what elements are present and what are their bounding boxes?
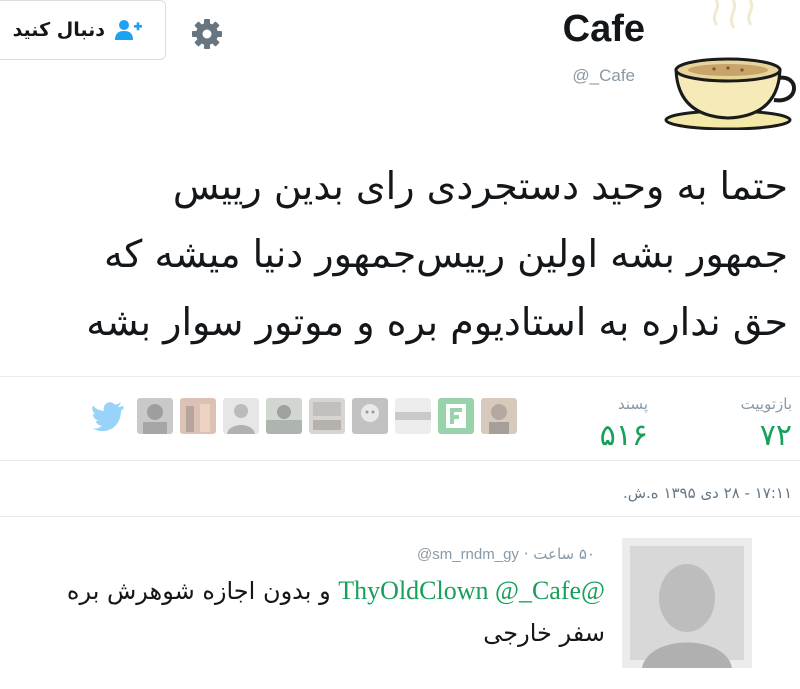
twitter-bird-icon: [92, 402, 124, 431]
display-name[interactable]: Cafe: [563, 8, 645, 51]
liker-avatar[interactable]: [352, 398, 388, 434]
tweet-timestamp[interactable]: ۱۷:۱۱ - ۲۸ دی ۱۳۹۵ ه.ش.: [623, 484, 792, 502]
follow-button[interactable]: دنبال کنید: [0, 0, 166, 60]
liker-avatar[interactable]: [223, 398, 259, 434]
tweet-text: حتما به وحید دستجردی رای بدین رییس جمهور…: [18, 152, 788, 356]
divider: [0, 516, 800, 517]
reply-text-line: @ThyOldClown @_Cafe و بدون اجازه شوهرش ب…: [5, 570, 605, 612]
retweets-label: بازتوییت: [740, 395, 792, 413]
tweet-text-line: جمهور بشه اولین رییس‌جمهور دنیا میشه که: [103, 232, 788, 276]
reply-text: @ThyOldClown @_Cafe و بدون اجازه شوهرش ب…: [5, 570, 605, 654]
reply-avatar[interactable]: [622, 538, 752, 668]
likes-label: پسند: [618, 395, 648, 413]
reply-text-body: و بدون اجازه شوهرش بره: [66, 577, 331, 605]
avatar[interactable]: [662, 0, 800, 130]
reply-mentions[interactable]: @ThyOldClown @_Cafe: [338, 576, 605, 605]
liker-avatar[interactable]: [266, 398, 302, 434]
liker-avatar[interactable]: [309, 398, 345, 434]
gear-icon[interactable]: [190, 17, 224, 51]
tweet-text-line: حتما به وحید دستجردی رای بدین رییس: [172, 164, 788, 208]
meta-separator: ·: [523, 545, 529, 563]
like-stat[interactable]: پسند ۵۱۶: [600, 394, 648, 458]
liker-avatar[interactable]: [180, 398, 216, 434]
reply-handle[interactable]: @sm_rndm_gy: [417, 546, 519, 563]
reply-time[interactable]: ۵۰ ساعت: [533, 545, 595, 563]
retweet-stat[interactable]: بازتوییت ۷۲: [741, 394, 792, 458]
retweets-count: ۷۲: [759, 418, 792, 453]
liker-avatar[interactable]: [481, 398, 517, 434]
liker-avatars: [92, 396, 517, 436]
reply-text-line: سفر خارجی: [483, 619, 605, 647]
add-user-icon: [115, 20, 142, 40]
reply-meta: ۵۰ ساعت · @sm_rndm_gy: [417, 545, 595, 563]
liker-avatar[interactable]: [395, 398, 431, 434]
divider: [0, 460, 800, 461]
liker-avatar[interactable]: [137, 398, 173, 434]
follow-button-label: دنبال کنید: [12, 19, 105, 41]
tweet-text-line: حق نداره به استادیوم بره و موتور سوار بش…: [86, 300, 788, 344]
username[interactable]: @_Cafe: [572, 66, 635, 86]
likes-count: ۵۱۶: [599, 418, 648, 453]
liker-avatar[interactable]: [438, 398, 474, 434]
divider: [0, 376, 800, 377]
